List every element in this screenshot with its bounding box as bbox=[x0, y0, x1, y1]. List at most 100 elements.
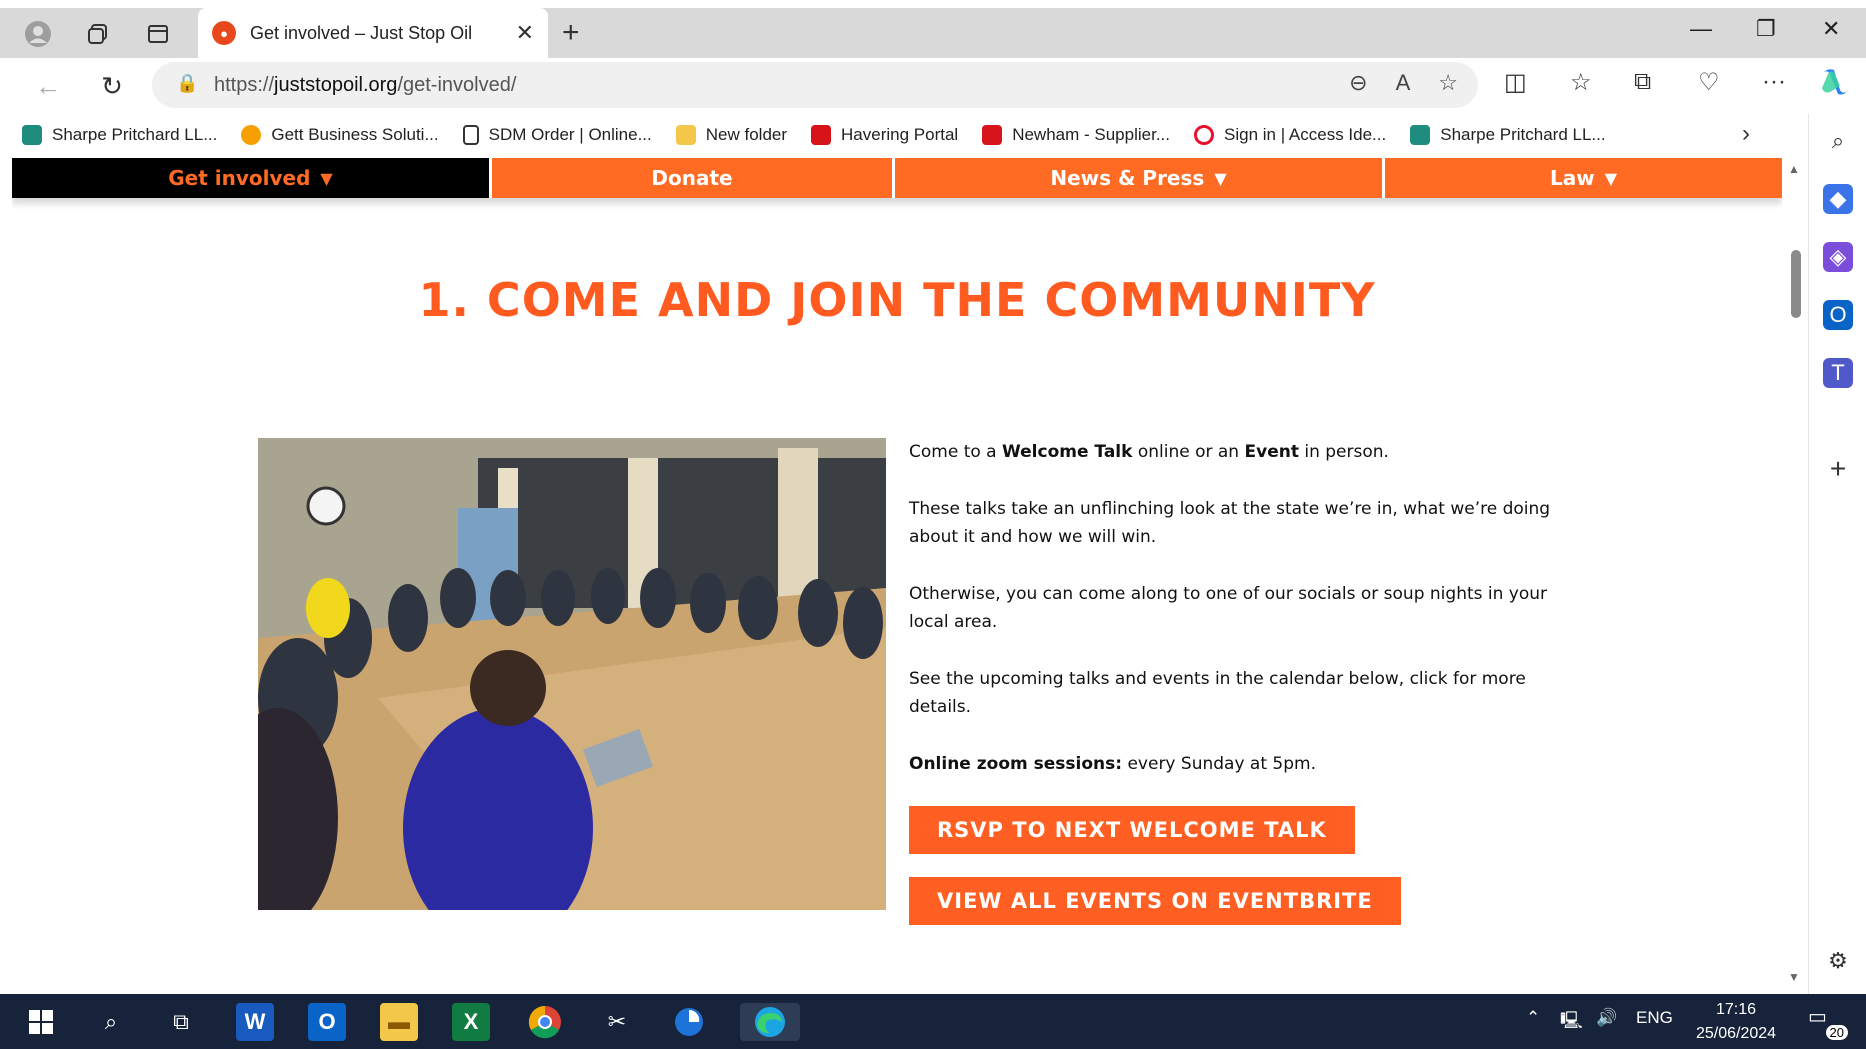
task-view-icon[interactable]: ⧉ bbox=[162, 1003, 200, 1041]
nav-label: Donate bbox=[651, 166, 733, 190]
rsvp-welcome-talk-button[interactable]: RSVP TO NEXT WELCOME TALK bbox=[909, 806, 1355, 854]
word-icon[interactable]: W bbox=[236, 1003, 274, 1041]
clock-time: 17:16 bbox=[1715, 1001, 1757, 1018]
excel-icon[interactable]: X bbox=[452, 1003, 490, 1041]
more-bookmarks-chevron-icon[interactable]: › bbox=[1742, 120, 1750, 148]
scroll-up-arrow-icon[interactable]: ▲ bbox=[1788, 162, 1800, 176]
folder-icon bbox=[675, 125, 696, 145]
bookmark-label: Sharpe Pritchard LL... bbox=[52, 125, 218, 144]
tab-strip: ● Get involved – Just Stop Oil ✕ + — ❐ ✕ bbox=[0, 0, 1866, 58]
file-explorer-icon[interactable]: ▬ bbox=[380, 1003, 418, 1041]
site-navigation: Get involved ▼ Donate News & Press ▼ Law ▼ bbox=[12, 158, 1782, 198]
intro-text: Come to a Welcome Talk online or an Even… bbox=[909, 438, 1559, 807]
favorites-icon[interactable]: ☆ bbox=[1570, 68, 1592, 97]
outlook-icon[interactable]: O bbox=[1823, 300, 1853, 330]
chevron-down-icon: ▼ bbox=[1214, 168, 1227, 188]
search-icon[interactable]: ⌕ bbox=[92, 1003, 130, 1041]
search-icon[interactable]: ⌕ bbox=[1823, 126, 1853, 156]
close-tab-icon[interactable]: ✕ bbox=[516, 20, 534, 46]
page-icon bbox=[462, 125, 479, 145]
address-bar[interactable]: 🔒 https://juststopoil.org/get-involved/ … bbox=[152, 62, 1478, 108]
chrome-icon[interactable] bbox=[526, 1003, 564, 1041]
tab-title: Get involved – Just Stop Oil bbox=[250, 22, 473, 43]
bookmark-sharpe-pritchard-1[interactable]: Sharpe Pritchard LL... bbox=[22, 125, 217, 145]
tab-actions-icon[interactable] bbox=[142, 18, 174, 50]
active-tab[interactable]: ● Get involved – Just Stop Oil ✕ bbox=[198, 8, 548, 58]
zoom-label: Online zoom sessions: bbox=[909, 754, 1123, 774]
talks-paragraph: These talks take an unflinching look at … bbox=[909, 499, 1551, 547]
oracle-ring-icon bbox=[1194, 125, 1214, 145]
system-clock[interactable]: 17:16 25/06/2024 bbox=[1686, 998, 1786, 1046]
bookmark-label: New folder bbox=[705, 125, 788, 144]
bookmark-sdm-order[interactable]: SDM Order | Online... bbox=[462, 125, 652, 145]
community-meeting-photo bbox=[258, 438, 886, 910]
bookmark-label: Sign in | Access Ide... bbox=[1224, 125, 1387, 144]
profile-icon[interactable] bbox=[22, 18, 54, 50]
socials-paragraph: Otherwise, you can come along to one of … bbox=[909, 584, 1548, 632]
settings-gear-icon[interactable]: ⚙ bbox=[1823, 946, 1853, 976]
bookmark-new-folder[interactable]: New folder bbox=[675, 125, 788, 145]
more-options-icon[interactable]: ··· bbox=[1762, 68, 1786, 96]
input-language[interactable]: ENG bbox=[1636, 1008, 1673, 1028]
zoom-paragraph: Online zoom sessions: every Sunday at 5p… bbox=[909, 750, 1559, 778]
favorite-star-icon[interactable]: ☆ bbox=[1438, 70, 1458, 96]
page-scrollbar[interactable]: ▲ ▼ bbox=[1782, 158, 1808, 994]
restore-icon[interactable]: ❐ bbox=[1756, 16, 1776, 42]
event-emphasis: Event bbox=[1244, 442, 1299, 462]
chevron-down-icon: ▼ bbox=[1604, 168, 1618, 188]
bookmark-havering-portal[interactable]: Havering Portal bbox=[811, 125, 958, 145]
bookmark-gett[interactable]: Gett Business Soluti... bbox=[241, 125, 439, 145]
bookmark-label: Havering Portal bbox=[841, 125, 959, 144]
collections-icon[interactable]: ⧉ bbox=[1634, 68, 1651, 96]
nav-donate[interactable]: Donate bbox=[492, 158, 895, 198]
bookmark-label: Sharpe Pritchard LL... bbox=[1440, 125, 1606, 144]
url-path: /get-involved/ bbox=[397, 73, 517, 96]
show-hidden-icons-icon[interactable]: ⌃ bbox=[1526, 1008, 1540, 1028]
favorites-bar: Sharpe Pritchard LL... Gett Business Sol… bbox=[0, 114, 1800, 156]
read-aloud-icon[interactable]: A bbox=[1396, 70, 1411, 96]
bookmark-sign-in[interactable]: Sign in | Access Ide... bbox=[1194, 125, 1386, 145]
calendar-paragraph: See the upcoming talks and events in the… bbox=[909, 669, 1526, 717]
address-toolbar: ← ↻ 🔒 https://juststopoil.org/get-involv… bbox=[0, 58, 1866, 114]
welcome-paragraph: Come to a Welcome Talk online or an Even… bbox=[909, 438, 1559, 466]
oracle-icon bbox=[982, 125, 1003, 145]
minimize-icon[interactable]: — bbox=[1690, 16, 1712, 42]
new-tab-icon[interactable]: + bbox=[562, 16, 580, 50]
close-window-icon[interactable]: ✕ bbox=[1822, 16, 1840, 42]
outlook-icon[interactable]: O bbox=[308, 1003, 346, 1041]
nav-label: Law bbox=[1549, 166, 1595, 190]
gett-icon bbox=[241, 125, 262, 145]
notification-center-icon[interactable]: ▭ 20 bbox=[1808, 1004, 1848, 1040]
bookmark-newham-supplier[interactable]: Newham - Supplier... bbox=[982, 125, 1170, 145]
edge-icon[interactable] bbox=[740, 1003, 800, 1041]
back-icon[interactable]: ← bbox=[28, 66, 68, 106]
chevron-down-icon: ▼ bbox=[320, 168, 333, 188]
copilot-icon[interactable] bbox=[1818, 64, 1852, 105]
volume-icon[interactable]: 🔊 bbox=[1596, 1008, 1617, 1028]
copilot-app-icon[interactable]: ◈ bbox=[1823, 242, 1853, 272]
clock-app-icon[interactable] bbox=[670, 1003, 708, 1041]
workspaces-icon[interactable] bbox=[82, 18, 114, 50]
network-icon[interactable]: 🖳 bbox=[1560, 1008, 1583, 1037]
refresh-icon[interactable]: ↻ bbox=[92, 66, 132, 106]
scroll-down-arrow-icon[interactable]: ▼ bbox=[1788, 970, 1800, 984]
nav-news-press[interactable]: News & Press ▼ bbox=[895, 158, 1385, 198]
split-screen-icon[interactable]: ◫ bbox=[1504, 68, 1527, 97]
edge-sidebar: ⌕ ◆ ◈ O T + ⚙ bbox=[1808, 114, 1866, 994]
add-sidebar-app-icon[interactable]: + bbox=[1823, 453, 1853, 484]
welcome-talk-emphasis: Welcome Talk bbox=[1002, 442, 1133, 462]
teams-icon[interactable]: T bbox=[1823, 358, 1853, 388]
windows-start-icon[interactable] bbox=[22, 1003, 60, 1041]
snipping-tool-icon[interactable]: ✂ bbox=[598, 1003, 636, 1041]
oracle-icon bbox=[811, 125, 832, 145]
browser-essentials-icon[interactable]: ♡ bbox=[1698, 68, 1720, 97]
nav-label: News & Press bbox=[1050, 166, 1205, 190]
nav-law[interactable]: Law ▼ bbox=[1385, 158, 1782, 198]
text-run: in person. bbox=[1298, 442, 1389, 462]
nav-get-involved[interactable]: Get involved ▼ bbox=[12, 158, 492, 198]
shopping-tag-icon[interactable]: ◆ bbox=[1823, 184, 1853, 214]
scrollbar-thumb[interactable] bbox=[1791, 250, 1801, 318]
bookmark-sharpe-pritchard-2[interactable]: Sharpe Pritchard LL... bbox=[1410, 125, 1606, 145]
zoom-out-icon[interactable]: ⊖ bbox=[1349, 70, 1367, 96]
view-eventbrite-button[interactable]: VIEW ALL EVENTS ON EVENTBRITE bbox=[909, 877, 1401, 925]
